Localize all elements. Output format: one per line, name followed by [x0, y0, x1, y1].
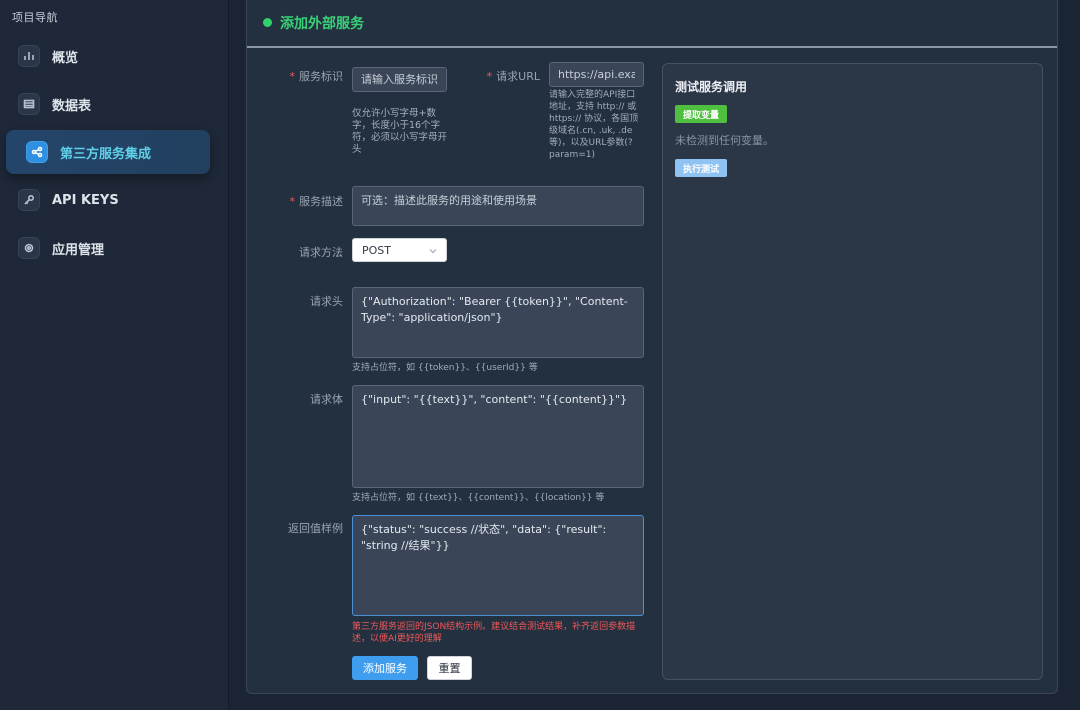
- sidebar-item-label: 概览: [52, 50, 79, 66]
- table-icon: [18, 93, 40, 115]
- method-select[interactable]: POST: [352, 238, 447, 262]
- headers-label: 请求头: [310, 295, 343, 308]
- sidebar-item-overview[interactable]: 概览: [6, 34, 210, 78]
- bar-chart-icon: [18, 45, 40, 67]
- service-id-label: * 服务标识: [289, 70, 344, 83]
- sidebar-item-label: 第三方服务集成: [60, 146, 152, 162]
- request-url-input[interactable]: [549, 62, 644, 87]
- sidebar: 项目导航 概览 数据表 第三方服务集成 API KEYS 应用管理: [0, 0, 229, 710]
- settings-icon: [18, 237, 40, 259]
- body-textarea[interactable]: [352, 385, 644, 488]
- sidebar-item-tables[interactable]: 数据表: [6, 82, 210, 126]
- status-dot-icon: [263, 18, 272, 27]
- share-icon: [26, 141, 48, 163]
- extract-variables-button[interactable]: 提取变量: [675, 105, 728, 123]
- response-example-label: 返回值样例: [288, 522, 343, 535]
- chevron-down-icon: [429, 249, 437, 254]
- run-test-button[interactable]: 执行测试: [675, 159, 728, 177]
- request-url-hint: 请输入完整的API接口地址，支持 http:// 或 https:// 协议，各…: [549, 90, 639, 160]
- sidebar-item-label: 数据表: [52, 98, 92, 114]
- response-example-hint: 第三方服务返回的JSON结构示例。建议结合测试结果，补齐返回参数描述，以便AI更…: [352, 622, 636, 644]
- sidebar-item-label: API KEYS: [52, 192, 119, 208]
- description-textarea[interactable]: [352, 186, 644, 226]
- sidebar-item-api-keys[interactable]: API KEYS: [6, 178, 210, 222]
- sidebar-item-app-management[interactable]: 应用管理: [6, 226, 210, 270]
- no-variables-text: 未检测到任何变量。: [675, 134, 774, 147]
- service-id-input[interactable]: [352, 67, 447, 92]
- sidebar-title: 项目导航: [12, 11, 58, 24]
- test-service-card: 测试服务调用 提取变量 未检测到任何变量。 执行测试: [662, 63, 1043, 680]
- headers-hint: 支持占位符，如 {{token}}、{{userId}} 等: [352, 363, 538, 373]
- sidebar-item-third-party[interactable]: 第三方服务集成: [6, 130, 210, 174]
- service-id-hint: 仅允许小写字母+数字，长度小于16个字符，必须以小写字母开头: [352, 108, 448, 155]
- body-label: 请求体: [310, 393, 343, 406]
- sidebar-item-label: 应用管理: [52, 242, 105, 258]
- response-example-textarea[interactable]: [352, 515, 644, 616]
- test-card-title: 测试服务调用: [675, 80, 748, 94]
- request-url-label: * 请求URL: [486, 70, 540, 83]
- method-value: POST: [362, 243, 391, 257]
- add-service-button[interactable]: 添加服务: [352, 656, 418, 680]
- description-label: * 服务描述: [289, 195, 344, 208]
- method-label: 请求方法: [299, 246, 343, 259]
- reset-button[interactable]: 重置: [427, 656, 472, 680]
- panel-header: 添加外部服务: [247, 0, 1057, 48]
- key-icon: [18, 189, 40, 211]
- body-hint: 支持占位符，如 {{text}}、{{content}}、{{location}…: [352, 493, 605, 503]
- page-title: 添加外部服务: [280, 16, 364, 32]
- headers-textarea[interactable]: [352, 287, 644, 358]
